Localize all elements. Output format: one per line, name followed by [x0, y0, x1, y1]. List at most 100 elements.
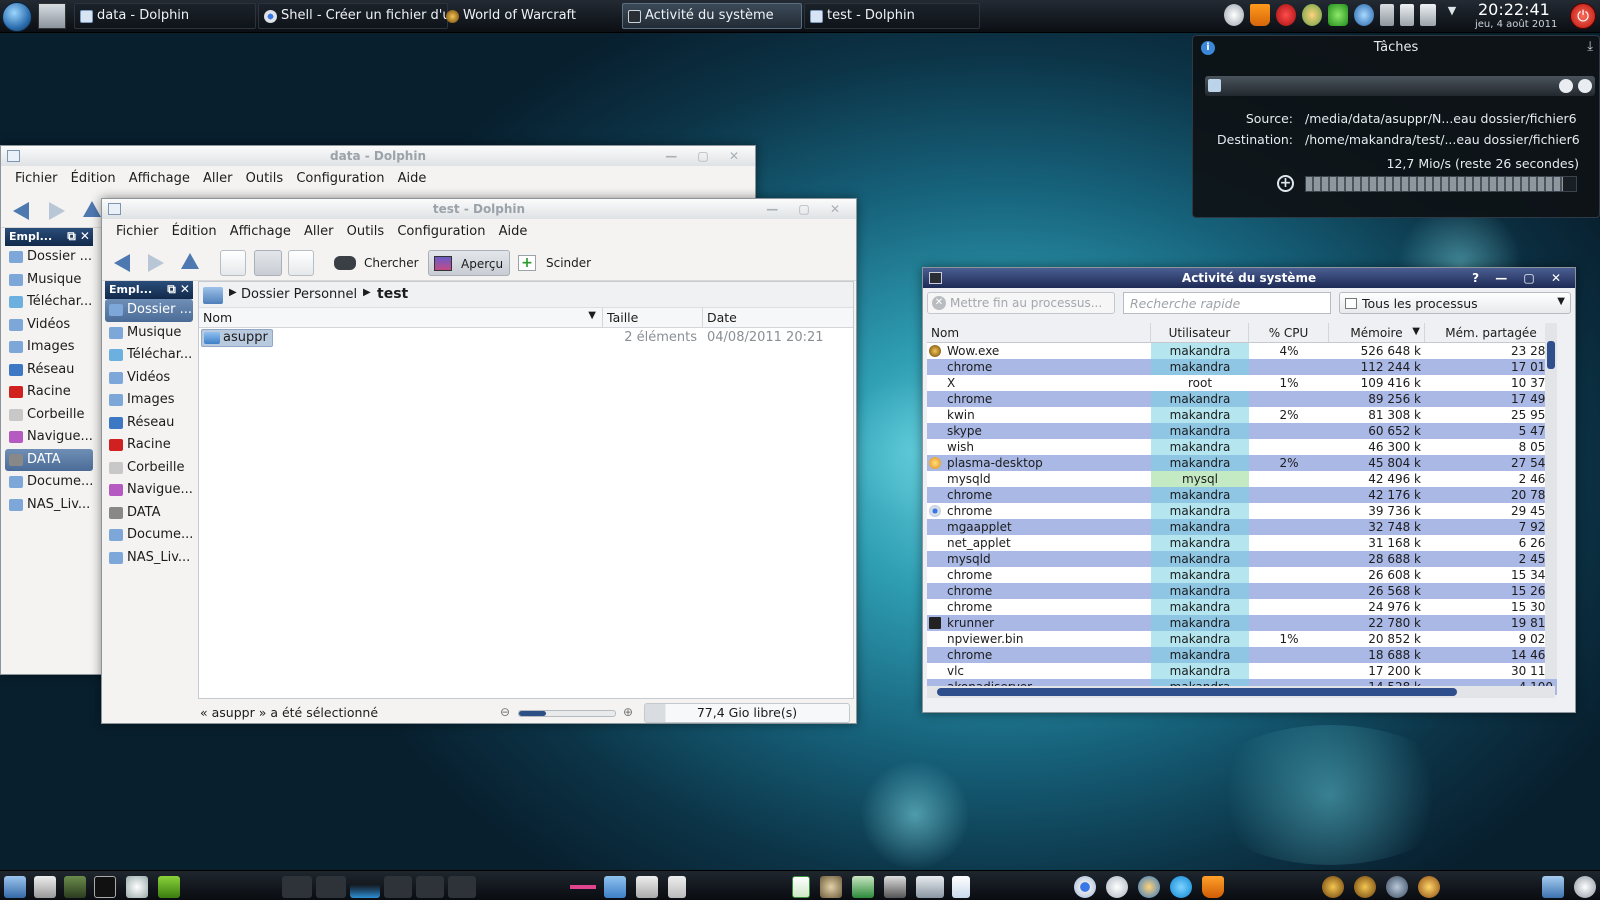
column-size[interactable]: Taille [603, 308, 703, 327]
column-date[interactable]: Date [703, 308, 853, 327]
pause-job-icon[interactable] [1578, 79, 1592, 93]
kickoff-menu-icon[interactable] [2, 2, 32, 32]
gimp-icon[interactable] [820, 876, 842, 898]
contacts-icon[interactable] [1138, 876, 1160, 898]
file-row[interactable]: asuppr 2 éléments 04/08/2011 20:21 [199, 328, 853, 348]
place-item[interactable]: Musique [105, 322, 193, 345]
process-row[interactable]: mysqld makandra 28 688 k 2 452 [927, 551, 1557, 567]
kill-process-button[interactable]: ✕ Mettre fin au processus... [927, 292, 1115, 314]
menu-aller[interactable]: Aller [304, 224, 333, 239]
column-utilisateur[interactable]: Utilisateur [1151, 323, 1249, 342]
menu-fichier[interactable]: Fichier [15, 171, 58, 186]
column-cpu[interactable]: % CPU [1249, 323, 1329, 342]
forward-icon[interactable] [49, 202, 65, 220]
home-icon[interactable] [203, 287, 223, 304]
stop-job-icon[interactable] [1559, 79, 1573, 93]
wow-icon[interactable] [1322, 876, 1344, 898]
details-view-icon[interactable] [254, 250, 282, 276]
column-nom[interactable]: Nom [927, 323, 1151, 342]
game-icon[interactable] [1386, 876, 1408, 898]
vlc-icon[interactable] [1202, 876, 1224, 898]
vlc-icon[interactable] [1250, 4, 1270, 26]
menu-aide[interactable]: Aide [499, 224, 528, 239]
columns-view-icon[interactable] [288, 250, 314, 276]
place-item[interactable]: Réseau [105, 412, 193, 435]
place-item[interactable]: NAS_Liv... [5, 494, 93, 517]
process-row[interactable]: npviewer.bin makandra 1% 20 852 k 9 028 [927, 631, 1557, 647]
image-viewer-icon[interactable] [64, 876, 86, 898]
window-buttons[interactable]: — ▢ ✕ [766, 199, 848, 219]
spreadsheet-icon[interactable] [792, 876, 810, 898]
scrollbar-thumb[interactable] [1547, 341, 1555, 369]
process-filter-select[interactable]: Tous les processus ▼ [1339, 292, 1571, 314]
process-row[interactable]: wish makandra 46 300 k 8 052 [927, 439, 1557, 455]
process-row[interactable]: Wow.exe makandra 4% 526 648 k 23 288 [927, 343, 1557, 359]
search-button[interactable]: Chercher [332, 250, 419, 276]
icons-view-icon[interactable] [220, 250, 246, 276]
clock-applet-icon[interactable] [1224, 4, 1244, 26]
process-row[interactable]: vlc makandra 17 200 k 30 116 [927, 663, 1557, 679]
column-memoire[interactable]: Mémoire ▼ [1329, 323, 1425, 342]
process-row[interactable]: kwin makandra 2% 81 308 k 25 952 [927, 407, 1557, 423]
zoom-slider[interactable] [518, 710, 616, 717]
drive-icon[interactable] [916, 876, 944, 898]
chrome-icon[interactable] [1074, 876, 1096, 898]
disk-icon[interactable] [126, 876, 148, 898]
panel-buttons[interactable]: ⧉ ✕ [167, 282, 190, 297]
clock-date[interactable]: jeu, 4 août 2011 [1475, 19, 1557, 30]
quick-search-input[interactable]: Recherche rapide [1123, 292, 1331, 314]
zoom-in-icon[interactable]: ⊕ [623, 705, 633, 719]
folder-icon[interactable] [604, 876, 626, 898]
panel-buttons[interactable]: ⧉ ✕ [67, 229, 90, 244]
alert-icon[interactable] [1276, 4, 1296, 26]
place-item[interactable]: Dossier ... [5, 246, 93, 269]
process-row[interactable]: chrome makandra 42 176 k 20 780 [927, 487, 1557, 503]
process-row[interactable]: chrome makandra 26 608 k 15 348 [927, 567, 1557, 583]
task-sysmon[interactable]: Activité du système [622, 3, 802, 29]
breadcrumb-current[interactable]: test [377, 286, 408, 302]
process-row[interactable]: chrome makandra 39 736 k 29 456 [927, 503, 1557, 519]
split-button[interactable]: + Scinder [516, 250, 596, 276]
place-item[interactable]: Téléchar... [105, 344, 193, 367]
window-buttons[interactable]: — ▢ ✕ [665, 146, 747, 166]
tools-icon[interactable] [34, 876, 56, 898]
column-mem-partagee[interactable]: Mém. partagée [1425, 323, 1557, 342]
preview-button[interactable]: Aperçu [428, 250, 510, 276]
scrollbar-thumb[interactable] [937, 688, 1457, 696]
place-item[interactable]: Musique [5, 269, 93, 292]
menu-aide[interactable]: Aide [398, 171, 427, 186]
clock-time[interactable]: 20:22:41 [1478, 0, 1550, 19]
document-icon[interactable] [952, 876, 970, 898]
presentation-icon[interactable] [852, 876, 874, 898]
update-ok-icon[interactable] [1328, 4, 1348, 26]
forward-icon[interactable] [148, 254, 164, 272]
contacts-icon[interactable] [1302, 4, 1322, 26]
process-row[interactable]: net_applet makandra 31 168 k 6 260 [927, 535, 1557, 551]
process-row[interactable]: chrome makandra 24 976 k 15 304 [927, 599, 1557, 615]
task-data-dolphin[interactable]: data - Dolphin [74, 3, 256, 29]
nvidia-icon[interactable] [158, 876, 180, 898]
wow-icon[interactable] [1354, 876, 1376, 898]
clock-icon[interactable] [1574, 876, 1596, 898]
place-item[interactable]: DATA [105, 502, 193, 525]
process-row[interactable]: chrome makandra 18 688 k 14 468 [927, 647, 1557, 663]
expand-details-icon[interactable]: + [1277, 175, 1294, 192]
up-icon[interactable] [83, 201, 101, 217]
zoom-out-icon[interactable]: ⊖ [500, 705, 510, 719]
up-icon[interactable] [181, 253, 199, 269]
place-item[interactable]: Corbeille [105, 457, 193, 480]
menu-configuration[interactable]: Configuration [296, 171, 384, 186]
menu-affichage[interactable]: Affichage [230, 224, 291, 239]
place-item[interactable]: Vidéos [5, 314, 93, 337]
pen-icon[interactable] [570, 876, 596, 898]
place-item[interactable]: Navigue... [5, 426, 93, 449]
pin-icon[interactable]: ⤓ [1587, 39, 1593, 54]
column-name[interactable]: Nom ▼ [199, 308, 603, 327]
klipper-icon[interactable] [1400, 4, 1414, 26]
disk-utility-icon[interactable] [636, 876, 658, 898]
tray-expand-icon[interactable]: ▼ [1442, 4, 1462, 26]
window-titlebar[interactable]: data - Dolphin — ▢ ✕ [1, 146, 755, 166]
place-item[interactable]: Images [105, 389, 193, 412]
process-row[interactable]: mysqld mysql 42 496 k 2 460 [927, 471, 1557, 487]
menu-fichier[interactable]: Fichier [116, 224, 159, 239]
